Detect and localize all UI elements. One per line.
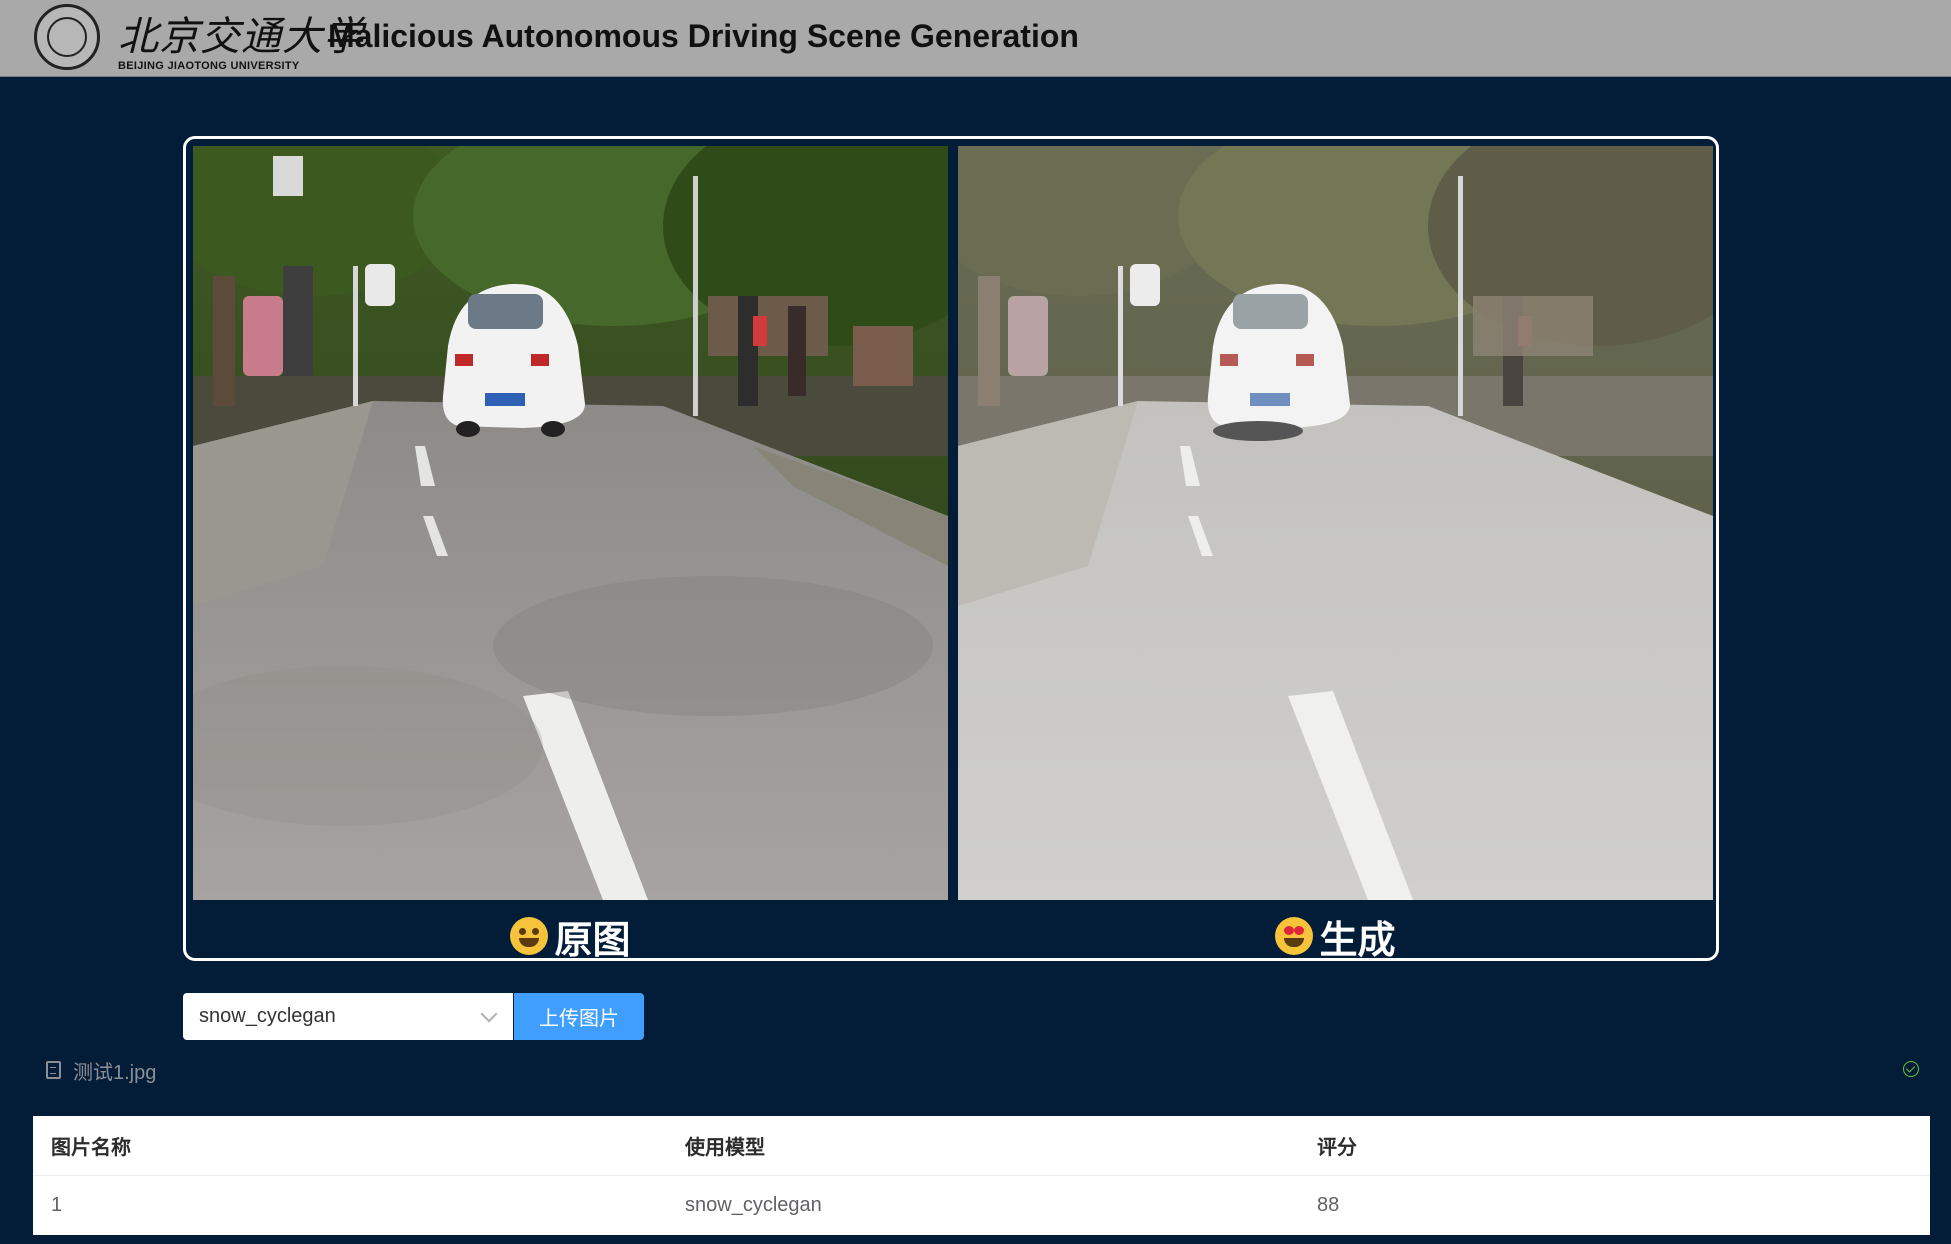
- heart-eyes-emoji-icon: [1275, 917, 1314, 955]
- table-header-row: 图片名称 使用模型 评分: [33, 1116, 1930, 1176]
- model-select[interactable]: snow_cyclegan: [183, 993, 513, 1040]
- cell-score: 88: [1317, 1194, 1340, 1216]
- column-header-image-name: 图片名称: [51, 1137, 131, 1159]
- generated-caption-text: 生成: [1319, 919, 1396, 962]
- top-header: 北京交通大学 BEIJING JIAOTONG UNIVERSITY Malic…: [0, 0, 1951, 77]
- uploaded-file-item[interactable]: 测试1.jpg: [46, 1055, 156, 1085]
- results-table: 图片名称 使用模型 评分 1 snow_cyclegan 88: [33, 1116, 1930, 1235]
- table-row: 1 snow_cyclegan 88: [33, 1176, 1930, 1235]
- column-header-score: 评分: [1317, 1137, 1357, 1159]
- column-header-model: 使用模型: [685, 1137, 765, 1159]
- grinning-sweat-emoji-icon: [510, 917, 549, 955]
- university-logo: 北京交通大学 BEIJING JIAOTONG UNIVERSITY: [34, 4, 363, 72]
- generated-image: [958, 146, 1713, 900]
- university-name-en: BEIJING JIAOTONG UNIVERSITY: [118, 60, 300, 72]
- seal-icon: [34, 4, 100, 70]
- original-caption: 原图: [193, 908, 948, 964]
- cell-model: snow_cyclegan: [685, 1194, 822, 1216]
- upload-image-button[interactable]: 上传图片: [514, 993, 644, 1040]
- cell-image-name: 1: [51, 1194, 63, 1216]
- original-image: [193, 146, 948, 900]
- chevron-down-icon: [480, 1005, 498, 1023]
- model-select-value: snow_cyclegan: [199, 1005, 336, 1027]
- generated-caption: 生成: [958, 908, 1713, 964]
- upload-success-icon: [1903, 1061, 1919, 1077]
- document-icon: [46, 1061, 61, 1079]
- page-title: Malicious Autonomous Driving Scene Gener…: [328, 18, 1079, 54]
- uploaded-file-name: 测试1.jpg: [73, 1061, 157, 1084]
- original-caption-text: 原图: [554, 919, 631, 962]
